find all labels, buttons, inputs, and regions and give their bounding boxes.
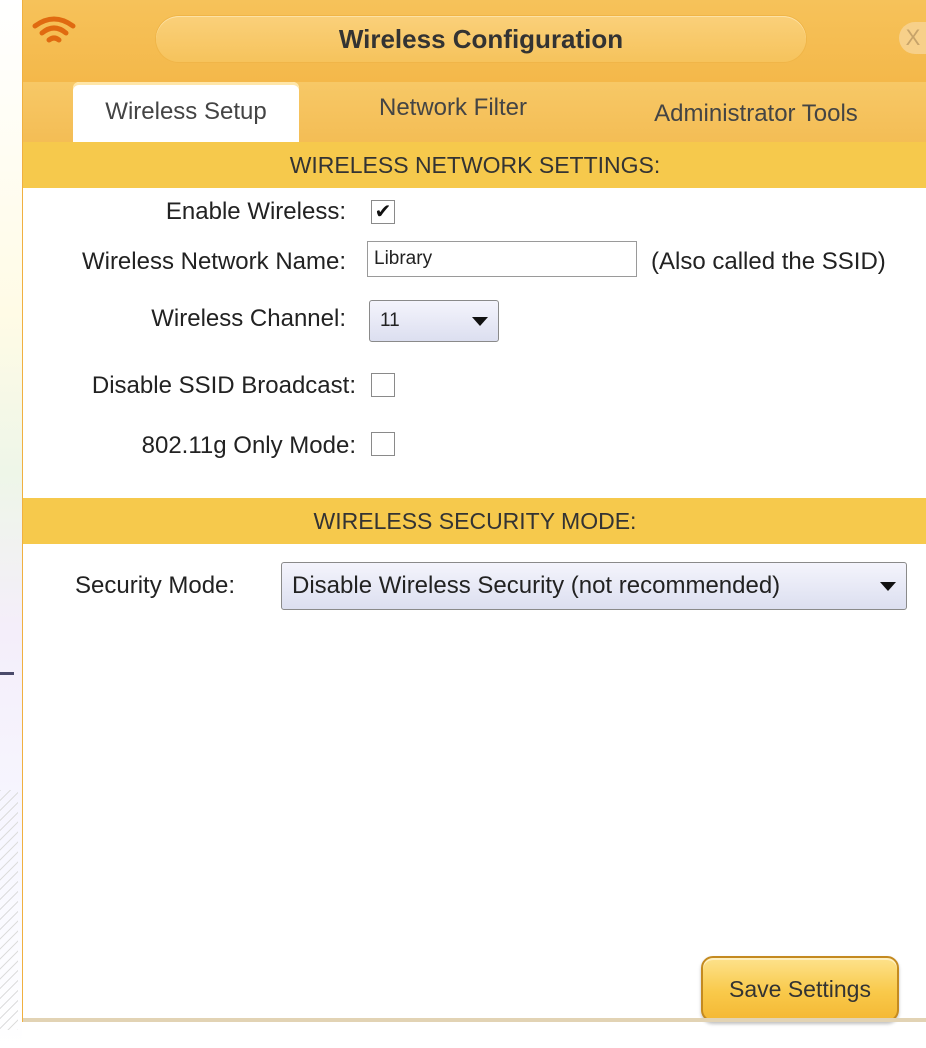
tab-bar: Wireless Setup Network Filter Administra… bbox=[23, 82, 926, 142]
desktop-decoration-hatch bbox=[0, 790, 18, 1030]
network-name-input[interactable]: Library bbox=[367, 241, 637, 277]
g-only-mode-label: 802.11g Only Mode: bbox=[141, 432, 356, 459]
close-button[interactable]: X bbox=[899, 22, 926, 54]
wireless-channel-select[interactable]: 11 bbox=[369, 300, 499, 342]
window-title: Wireless Configuration bbox=[156, 16, 806, 62]
wireless-channel-label: Wireless Channel: bbox=[151, 305, 346, 332]
checkmark-icon: ✔ bbox=[374, 201, 392, 223]
tab-wireless-setup[interactable]: Wireless Setup bbox=[73, 82, 299, 142]
wireless-network-settings-header: WIRELESS NETWORK SETTINGS: bbox=[23, 142, 926, 188]
title-bar: Wireless Configuration X bbox=[23, 0, 926, 82]
disable-ssid-checkbox[interactable] bbox=[371, 373, 395, 397]
enable-wireless-checkbox[interactable]: ✔ bbox=[371, 200, 395, 224]
security-mode-select[interactable]: Disable Wireless Security (not recommend… bbox=[281, 562, 907, 610]
wifi-icon bbox=[32, 16, 76, 43]
wireless-configuration-window: Wireless Configuration X Wireless Setup … bbox=[22, 0, 926, 1022]
desktop-background bbox=[0, 0, 22, 1048]
security-mode-label: Security Mode: bbox=[75, 572, 236, 599]
chevron-down-icon bbox=[880, 581, 896, 591]
security-mode-value: Disable Wireless Security (not recommend… bbox=[292, 572, 781, 599]
channel-value: 11 bbox=[380, 310, 400, 331]
wireless-security-mode-header: WIRELESS SECURITY MODE: bbox=[23, 498, 926, 544]
save-settings-button[interactable]: Save Settings bbox=[701, 956, 899, 1022]
ssid-note: (Also called the SSID) bbox=[651, 248, 886, 275]
tab-network-filter[interactable]: Network Filter bbox=[343, 82, 563, 134]
tab-administrator-tools[interactable]: Administrator Tools bbox=[631, 86, 881, 142]
close-icon: X bbox=[905, 25, 921, 50]
g-only-mode-checkbox[interactable] bbox=[371, 432, 395, 456]
desktop-decoration-line bbox=[0, 672, 14, 675]
disable-ssid-label: Disable SSID Broadcast: bbox=[91, 372, 356, 399]
enable-wireless-label: Enable Wireless: bbox=[165, 198, 346, 225]
network-name-label: Wireless Network Name: bbox=[81, 248, 346, 275]
window-bottom-border bbox=[23, 1018, 926, 1022]
chevron-down-icon bbox=[472, 316, 488, 326]
